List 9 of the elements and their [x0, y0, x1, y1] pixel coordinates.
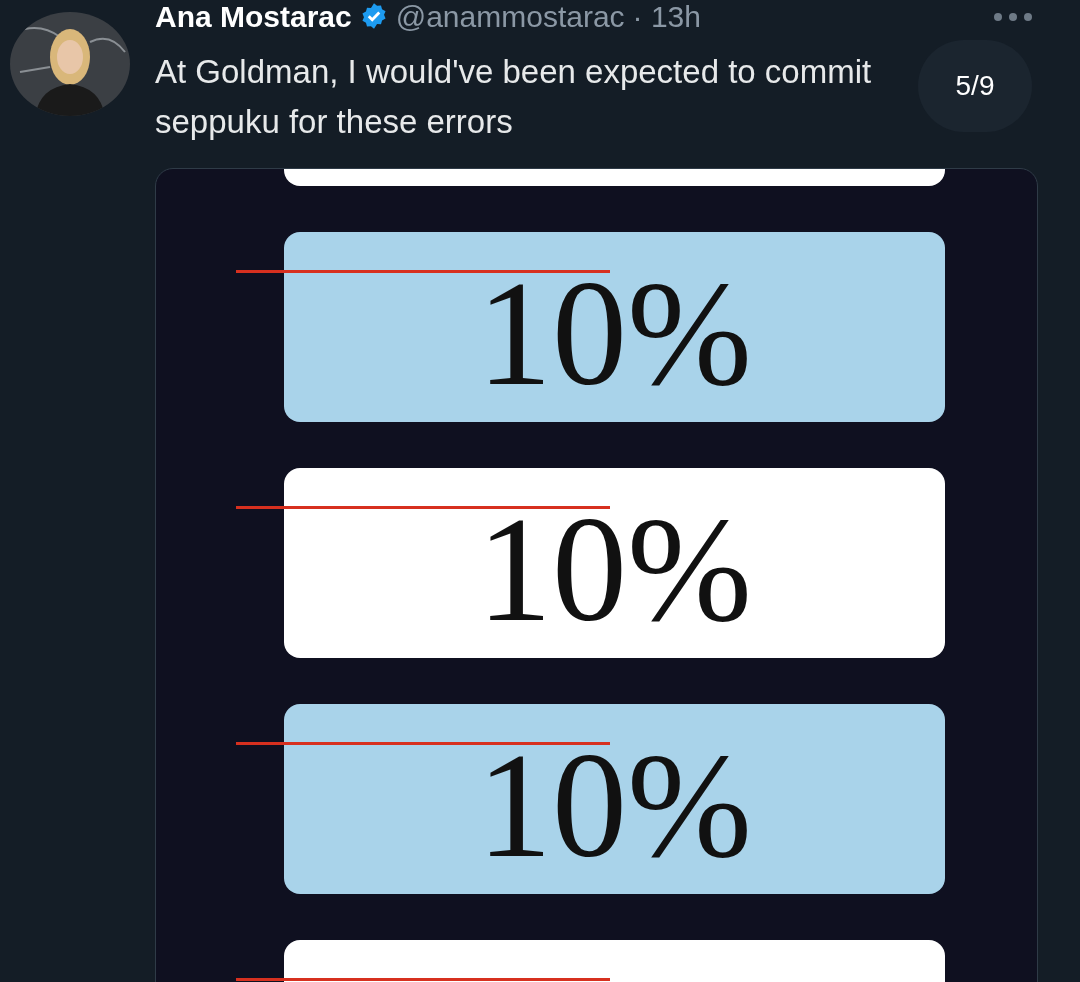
- tweet-text: At Goldman, I would've been expected to commit seppuku for these errors: [155, 52, 873, 142]
- post-time: · 13h: [632, 0, 701, 35]
- percent-label: 10%: [477, 485, 752, 644]
- percent-label: 10%: [477, 249, 752, 408]
- user-handle[interactable]: @anammostarac: [395, 0, 625, 39]
- image-counter: 5/9: [918, 40, 1032, 132]
- author-name[interactable]: Ana Mostarac: [155, 0, 352, 39]
- percent-label: 10%: [477, 721, 752, 880]
- more-icon[interactable]: [993, 12, 1033, 22]
